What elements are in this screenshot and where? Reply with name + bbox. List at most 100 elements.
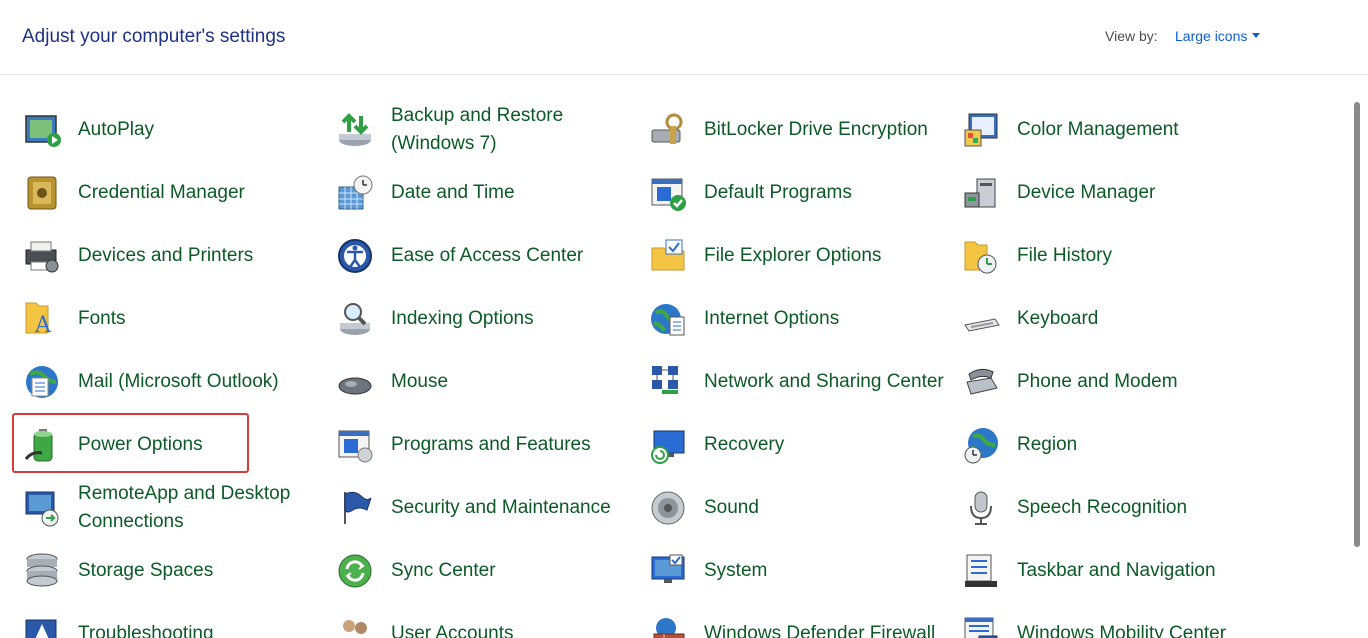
firewall-icon — [648, 614, 688, 638]
control-panel-item[interactable]: Date and Time — [335, 169, 635, 217]
svg-text:A: A — [34, 313, 52, 338]
control-panel-item-label: Indexing Options — [391, 308, 534, 329]
settings-grid: AutoPlay Backup and Restore (Windows 7) Bi… — [0, 100, 1300, 638]
system-icon — [648, 551, 688, 591]
remoteapp-icon — [22, 488, 62, 528]
sync-center-icon — [335, 551, 375, 591]
control-panel-item[interactable]: BitLocker Drive Encryption — [648, 106, 948, 154]
control-panel-item-label: Mouse — [391, 371, 449, 392]
control-panel-item-label: Troubleshooting — [78, 623, 214, 638]
control-panel-item-label: Fonts — [78, 308, 126, 329]
control-panel-item-label: Keyboard — [1017, 308, 1099, 329]
bitlocker-icon — [648, 110, 688, 150]
control-panel-item[interactable]: Network and Sharing Center — [648, 358, 948, 406]
control-panel-item-label: Windows Mobility Center — [1017, 623, 1227, 638]
control-panel-item-label: Date and Time — [391, 182, 515, 203]
devices-printers-icon — [22, 236, 62, 276]
control-panel-item[interactable]: Backup and Restore (Windows 7) — [335, 105, 635, 154]
control-panel-item[interactable]: RemoteApp and Desktop Connections — [22, 483, 322, 532]
control-panel-item[interactable]: Windows Mobility Center — [961, 610, 1261, 638]
control-panel-item[interactable]: Taskbar and Navigation — [961, 547, 1261, 595]
control-panel-item[interactable]: Credential Manager — [22, 169, 322, 217]
control-panel-item[interactable]: Devices and Printers — [22, 232, 322, 280]
control-panel-item[interactable]: User Accounts — [335, 610, 635, 638]
control-panel-item[interactable]: Troubleshooting — [22, 610, 322, 638]
control-panel-item[interactable]: Default Programs — [648, 169, 948, 217]
vertical-scrollbar[interactable] — [1354, 102, 1360, 547]
control-panel-item-label: File Explorer Options — [704, 245, 882, 266]
autoplay-icon — [22, 110, 62, 150]
speech-recognition-icon — [961, 488, 1001, 528]
control-panel-item-label: File History — [1017, 245, 1113, 266]
control-panel-item[interactable]: AutoPlay — [22, 106, 322, 154]
programs-features-icon — [335, 425, 375, 465]
control-panel-item-label: RemoteApp and Desktop Connections — [78, 483, 291, 532]
page-title: Adjust your computer's settings — [22, 26, 286, 47]
control-panel-item[interactable]: Recovery — [648, 421, 948, 469]
control-panel-item[interactable]: A Fonts — [22, 295, 322, 343]
control-panel-item-label: Credential Manager — [78, 182, 245, 203]
control-panel-item[interactable]: Sound — [648, 484, 948, 532]
control-panel-item[interactable]: Phone and Modem — [961, 358, 1261, 406]
control-panel-item[interactable]: Storage Spaces — [22, 547, 322, 595]
control-panel-item-label: Windows Defender Firewall — [704, 623, 936, 638]
view-by-value: Large icons — [1175, 28, 1248, 44]
date-time-icon — [335, 173, 375, 213]
ease-of-access-icon — [335, 236, 375, 276]
region-icon — [961, 425, 1001, 465]
control-panel-item[interactable]: Color Management — [961, 106, 1261, 154]
control-panel-item-label: Programs and Features — [391, 434, 591, 455]
control-panel-item[interactable]: Device Manager — [961, 169, 1261, 217]
chevron-down-icon — [1252, 33, 1261, 38]
control-panel-item[interactable]: Mouse — [335, 358, 635, 406]
backup-restore-icon — [335, 110, 375, 150]
troubleshooting-icon — [22, 614, 62, 638]
control-panel-item[interactable]: Ease of Access Center — [335, 232, 635, 280]
control-panel-item[interactable]: Programs and Features — [335, 421, 635, 469]
user-accounts-icon — [335, 614, 375, 638]
keyboard-icon — [961, 299, 1001, 339]
header: Adjust your computer's settings View by:… — [0, 0, 1368, 75]
control-panel-item[interactable]: System — [648, 547, 948, 595]
control-panel-item[interactable]: File Explorer Options — [648, 232, 948, 280]
storage-spaces-icon — [22, 551, 62, 591]
control-panel-item[interactable]: File History — [961, 232, 1261, 280]
control-panel-item[interactable]: Keyboard — [961, 295, 1261, 343]
control-panel-item-label: Backup and Restore (Windows 7) — [391, 105, 564, 154]
security-maintenance-icon — [335, 488, 375, 528]
color-management-icon — [961, 110, 1001, 150]
control-panel-item[interactable]: Security and Maintenance — [335, 484, 635, 532]
mobility-center-icon — [961, 614, 1001, 638]
device-manager-icon — [961, 173, 1001, 213]
view-by-dropdown[interactable]: Large icons — [1175, 28, 1261, 44]
control-panel-item-label: System — [704, 560, 768, 581]
view-by-label: View by: — [1105, 28, 1158, 44]
control-panel-item-label: Sync Center — [391, 560, 496, 581]
control-panel-item[interactable]: Windows Defender Firewall — [648, 610, 948, 638]
control-panel-item[interactable]: Sync Center — [335, 547, 635, 595]
control-panel-item-label: Storage Spaces — [78, 560, 214, 581]
control-panel-item-label: Speech Recognition — [1017, 497, 1188, 518]
control-panel-item[interactable]: Region — [961, 421, 1261, 469]
control-panel-item-label: Internet Options — [704, 308, 840, 329]
control-panel-item[interactable]: Mail (Microsoft Outlook) — [22, 358, 322, 406]
file-explorer-options-icon — [648, 236, 688, 276]
taskbar-navigation-icon — [961, 551, 1001, 591]
indexing-options-icon — [335, 299, 375, 339]
control-panel-item-label: Sound — [704, 497, 759, 518]
mail-icon — [22, 362, 62, 402]
control-panel-item[interactable]: Power Options — [22, 421, 322, 469]
control-panel-item-label: AutoPlay — [78, 119, 155, 140]
control-panel-item-label: Taskbar and Navigation — [1017, 560, 1216, 581]
control-panel-item-label: Phone and Modem — [1017, 371, 1178, 392]
control-panel-item-label: Network and Sharing Center — [704, 371, 944, 392]
control-panel-item[interactable]: Speech Recognition — [961, 484, 1261, 532]
power-options-icon — [22, 425, 62, 465]
control-panel-item[interactable]: Indexing Options — [335, 295, 635, 343]
control-panel-item-label: Mail (Microsoft Outlook) — [78, 371, 279, 392]
control-panel-item[interactable]: Internet Options — [648, 295, 948, 343]
default-programs-icon — [648, 173, 688, 213]
file-history-icon — [961, 236, 1001, 276]
control-panel-item-label: Region — [1017, 434, 1078, 455]
mouse-icon — [335, 362, 375, 402]
